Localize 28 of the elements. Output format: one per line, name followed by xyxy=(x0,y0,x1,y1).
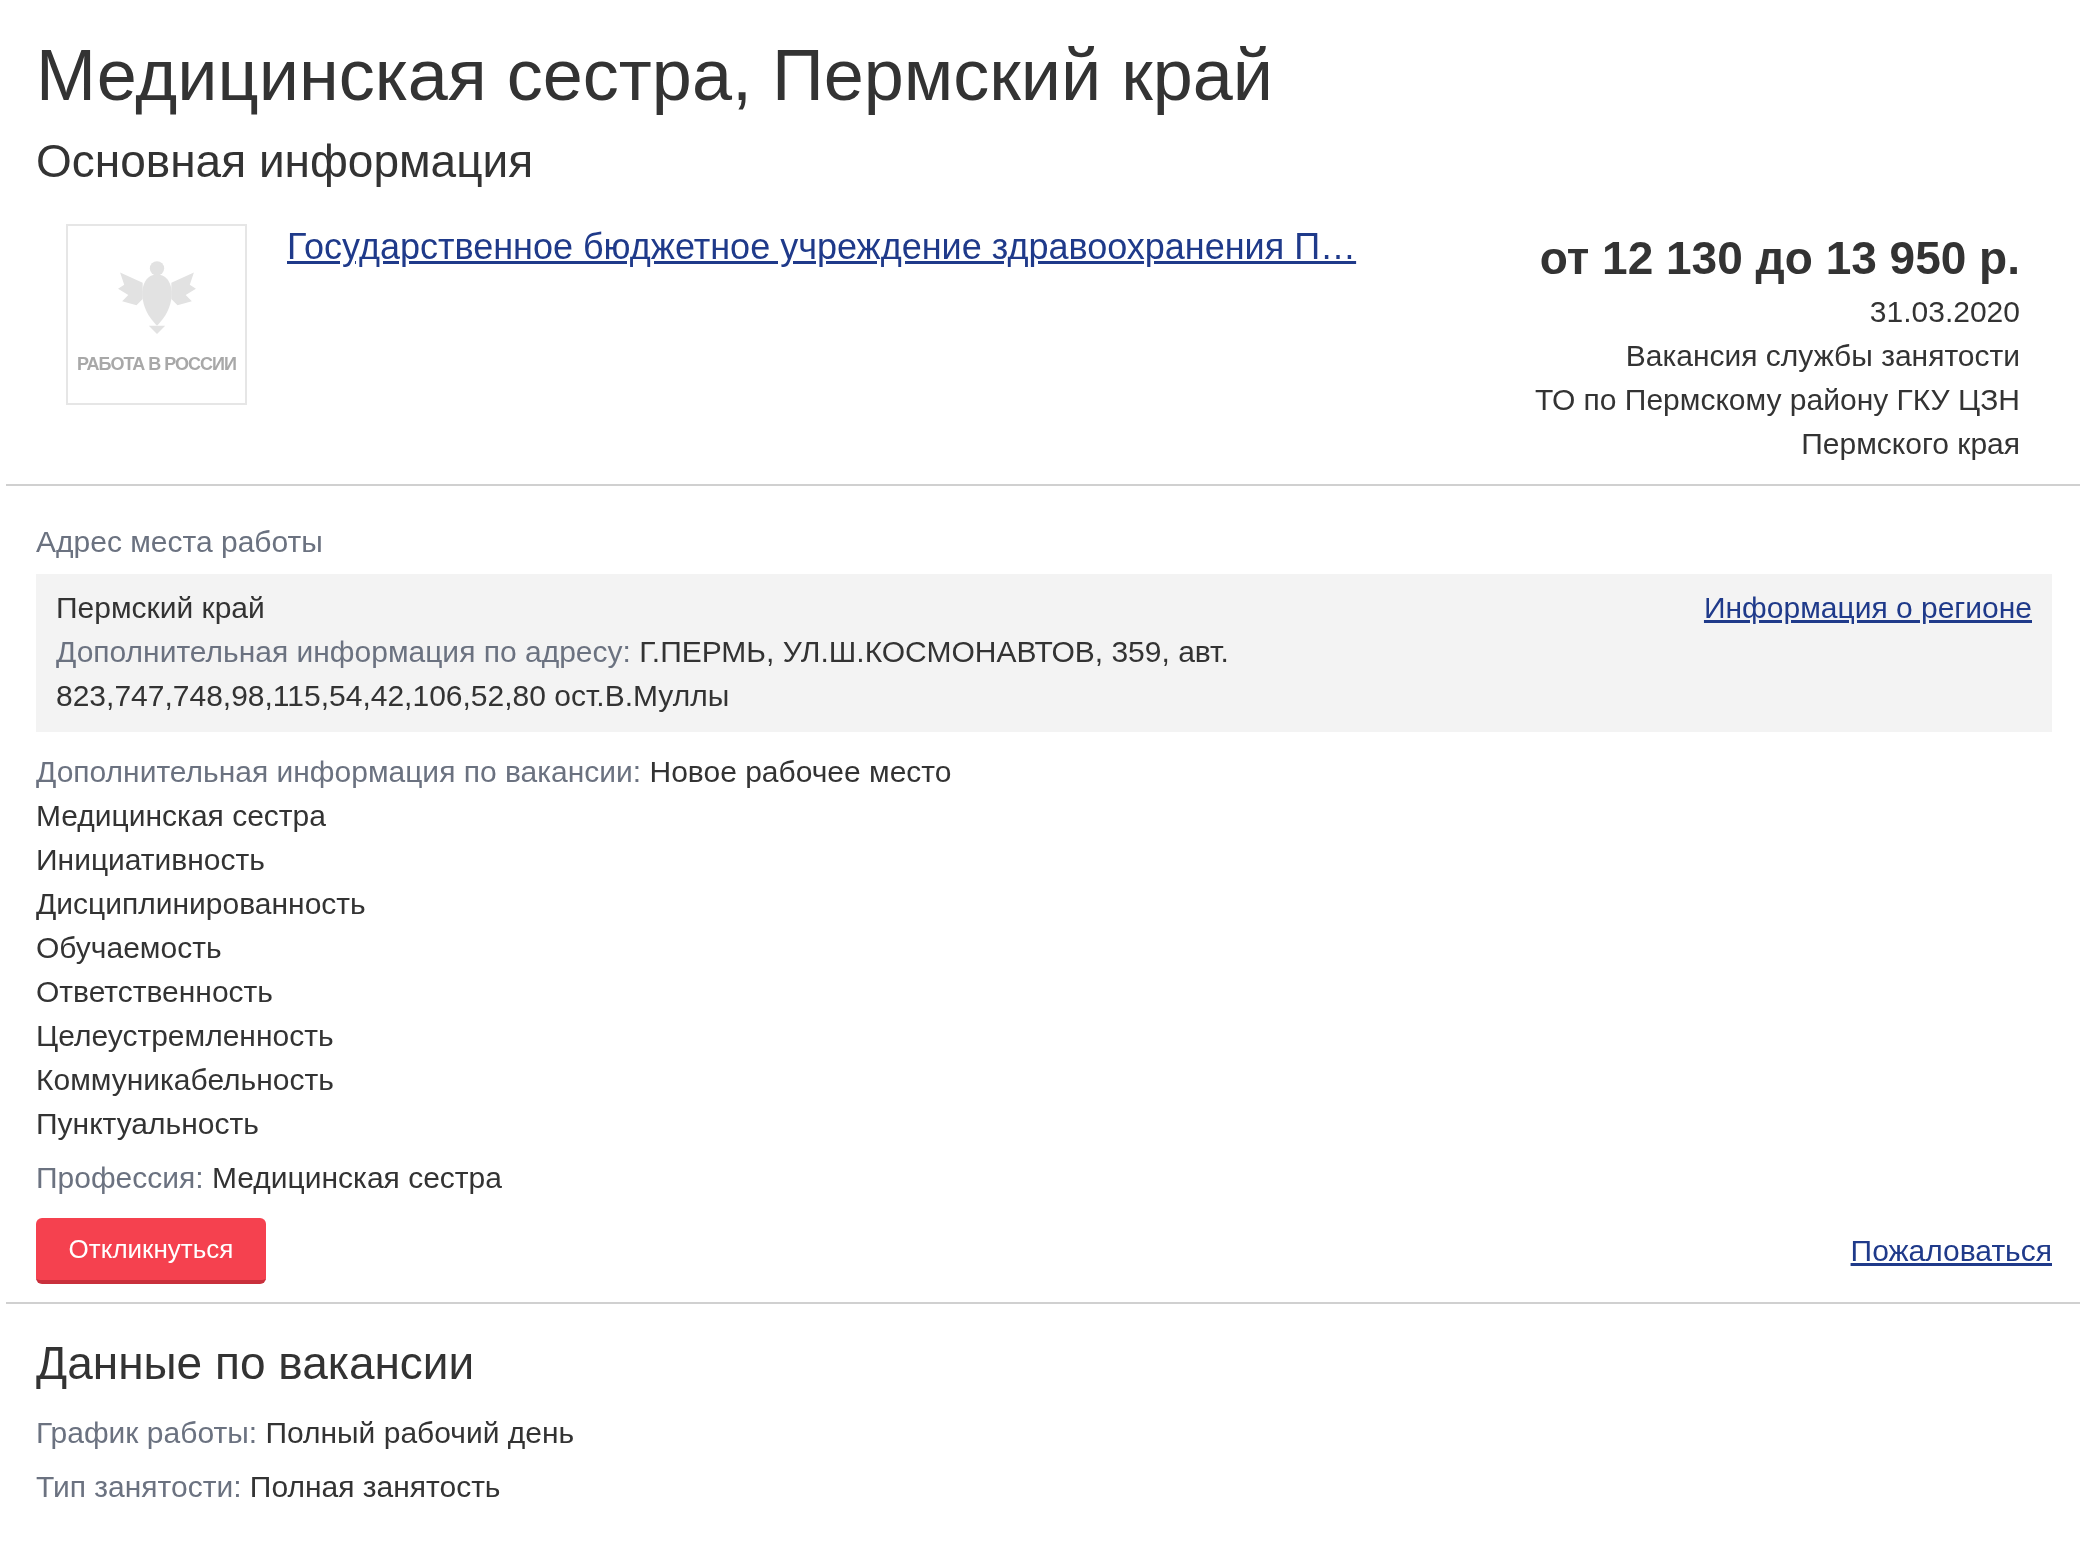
page-title: Медицинская сестра, Пермский край xyxy=(36,34,1274,117)
detail-row-text: Тип занятости: Полная занятость xyxy=(36,1469,502,1505)
requirement-item: Инициативность xyxy=(36,842,266,878)
requirement-item: Коммуникабельность xyxy=(36,1062,335,1098)
salary: от 12 130 до 13 950 р. xyxy=(1538,231,2020,286)
vacancy-source: Пермского края xyxy=(1800,426,2020,462)
section-title: Основная информация xyxy=(36,134,535,189)
details-title: Данные по вакансии xyxy=(36,1336,476,1391)
vacancy-extra-info: Дополнительная информация по вакансии: Новое рабочее место xyxy=(36,754,953,790)
respond-button[interactable]: Откликнуться xyxy=(36,1218,266,1284)
address-label: Адрес места работы xyxy=(36,524,324,560)
address-details: Дополнительная информация по адресу: Г.ПЕРМЬ, УЛ.Ш.КОСМОНАВТОВ, 359, авт. 823,747,748,98,115,54,42,106,52,80 ост.В.Муллы xyxy=(56,634,1230,714)
region-info-link[interactable]: Информация о регионе xyxy=(1703,586,2032,630)
profession: Профессия: Медицинская сестра xyxy=(36,1160,503,1196)
requirement-item: Пунктуальность xyxy=(36,1106,260,1142)
requirement-item: Дисциплинированность xyxy=(36,886,367,922)
employer-link[interactable]: Государственное бюджетное учреждение здравоохранения П… xyxy=(287,226,1357,267)
vacancy-source: ТО по Пермскому району ГКУ ЦЗН xyxy=(1534,382,2020,418)
requirement-item: Медицинская сестра xyxy=(36,798,327,834)
address-region: Пермский край xyxy=(56,590,265,626)
requirement-item: Ответственность xyxy=(36,974,274,1010)
requirement-item: Обучаемость xyxy=(36,930,223,966)
vacancy-source: Вакансия службы занятости xyxy=(1624,338,2020,374)
vacancy-date: 31.03.2020 xyxy=(1868,294,2020,330)
requirement-item: Целеустремленность xyxy=(36,1018,335,1054)
detail-row-text: График работы: Полный рабочий день xyxy=(36,1415,576,1451)
complain-link[interactable]: Пожаловаться xyxy=(1850,1234,2052,1268)
logo-text: РАБОТА В РОССИИ xyxy=(77,354,236,375)
